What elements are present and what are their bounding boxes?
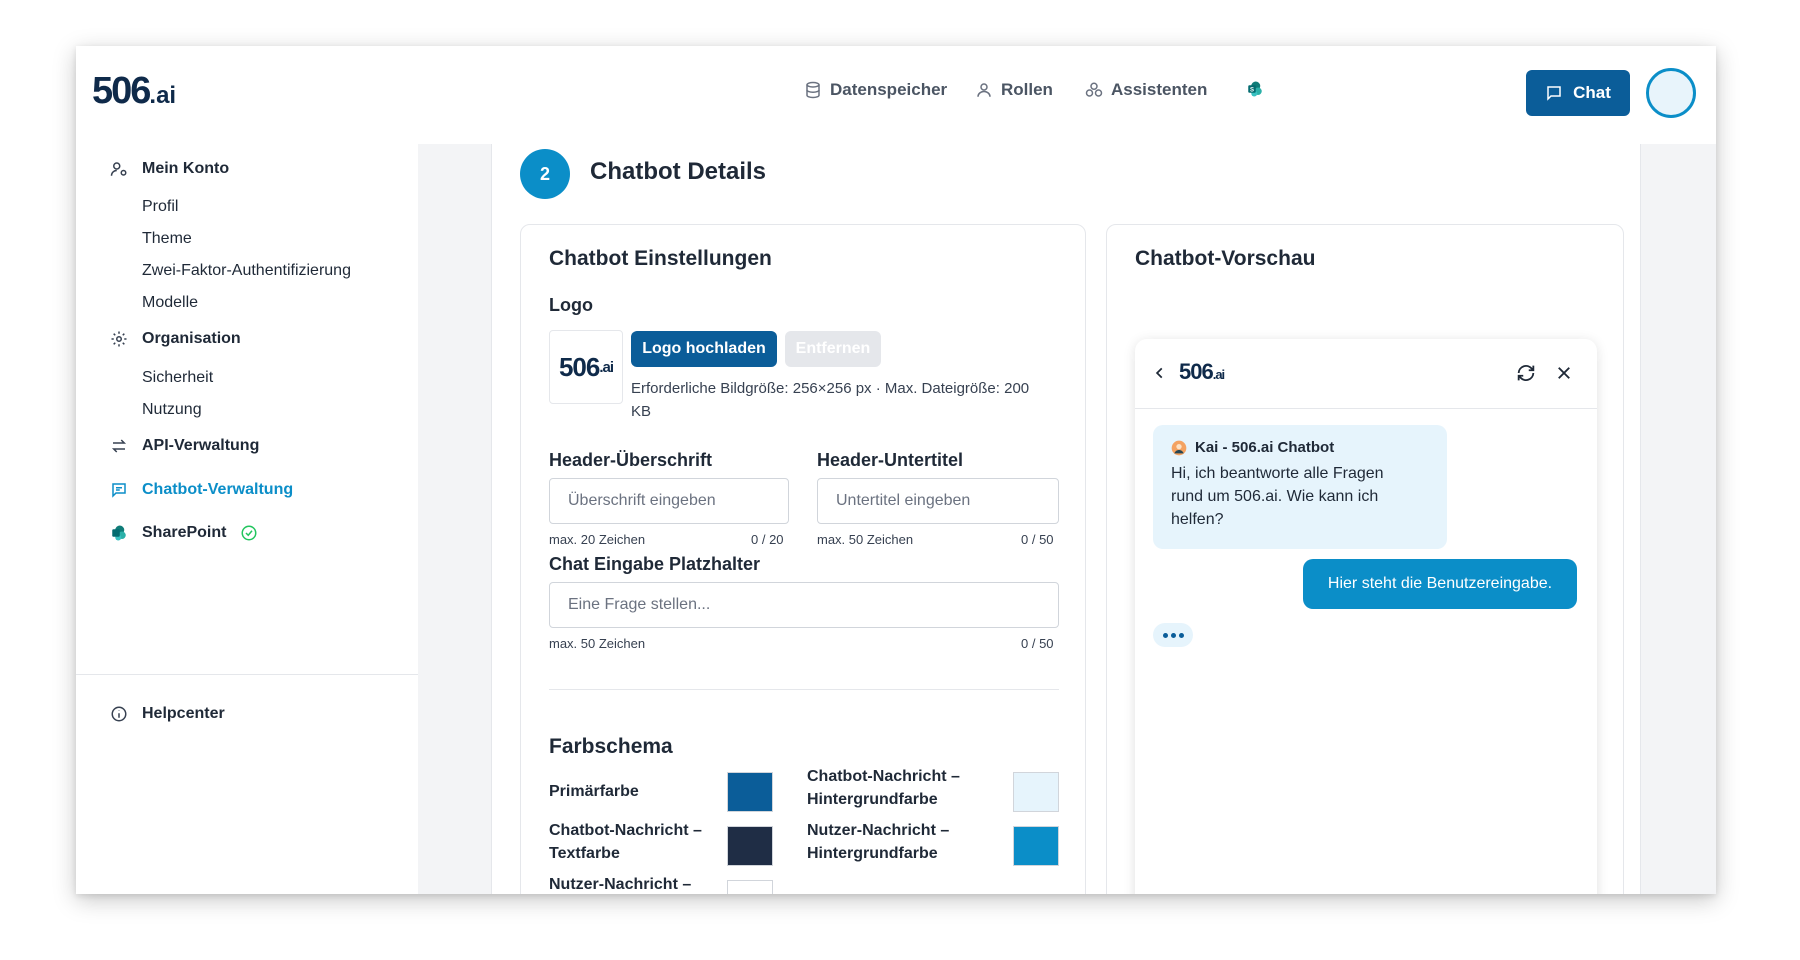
user-settings-icon [110,162,127,176]
preview-card: Chatbot-Vorschau 506.ai Kai - 506.ai Cha… [1106,224,1624,894]
sidebar-item-sharepoint[interactable]: SharePoint [110,524,258,542]
step-number: 2 [520,149,570,199]
sidebar-item-helpcenter[interactable]: Helpcenter [110,705,225,723]
close-icon[interactable] [1555,364,1573,382]
bot-avatar-icon [1171,440,1187,455]
header-subtitle-input[interactable]: Untertitel eingeben [817,478,1059,524]
app-window: 506.ai Datenspeicher Rollen Assistenten … [76,46,1716,894]
sidebar-item-sharepoint-label: SharePoint [142,524,227,541]
section-divider [549,689,1059,690]
header-subtitle-count: 0 / 50 [1021,532,1054,547]
sidebar-item-models[interactable]: Modelle [142,294,198,312]
bot-text-color-label: Chatbot-Nachricht – Textfarbe [549,822,702,862]
logo-preview: 506 .ai [549,330,623,404]
header-subtitle-max: max. 50 Zeichen [817,532,914,547]
user-avatar[interactable] [1646,68,1696,118]
bot-bg-color-swatch[interactable] [1013,772,1059,812]
sidebar-item-account-label: Mein Konto [142,160,230,177]
chat-button[interactable]: Chat [1526,70,1630,116]
bot-bg-color-label: Chatbot-Nachricht – Hintergrundfarbe [807,768,960,808]
sidebar-item-organisation-label: Organisation [142,330,241,347]
settings-title: Chatbot Einstellungen [549,247,772,270]
chatbot-preview-header: 506.ai [1135,339,1597,409]
sidebar-item-account[interactable]: Mein Konto [110,160,229,178]
placeholder-label: Chat Eingabe Platzhalter [549,554,761,574]
nav-datastore[interactable]: Datenspeicher [804,80,947,100]
sidebar: Mein Konto Profil Theme Zwei-Faktor-Auth… [76,144,418,894]
refresh-icon[interactable] [1515,362,1537,384]
primary-color-swatch[interactable] [727,772,773,812]
bot-message-text: Hi, ich beantworte alle Fragen rund um 5… [1171,465,1384,528]
header-title-label: Header-Überschrift [549,450,713,470]
typing-indicator [1153,623,1193,647]
header-title-max: max. 20 Zeichen [549,532,646,547]
typing-dot [1162,632,1168,638]
nav-assistants-label: Assistenten [1111,80,1208,99]
chat-bubble-icon [112,483,126,498]
preview-title: Chatbot-Vorschau [1135,247,1316,270]
upload-logo-button[interactable]: Logo hochladen [631,331,777,367]
header-title-count: 0 / 20 [751,532,784,547]
typing-dot [1178,632,1184,638]
info-icon [111,706,127,722]
sidebar-item-helpcenter-label: Helpcenter [142,705,225,722]
bot-name: Kai - 506.ai Chatbot [1171,439,1429,456]
placeholder-max: max. 50 Zeichen [549,636,646,651]
chat-button-label: Chat [1573,83,1611,102]
header-subtitle-label: Header-Untertitel [817,450,964,470]
sidebar-item-profile[interactable]: Profil [142,198,178,216]
assistants-icon [1085,82,1103,97]
message-icon [1547,86,1561,101]
placeholder-input[interactable]: Eine Frage stellen... [549,582,1059,628]
sidebar-item-organisation[interactable]: Organisation [110,330,241,348]
sidebar-item-security[interactable]: Sicherheit [142,369,213,387]
sidebar-item-api[interactable]: API-Verwaltung [110,437,259,455]
top-navigation: 506.ai Datenspeicher Rollen Assistenten … [76,46,1716,144]
primary-color-label: Primärfarbe [549,783,639,800]
bot-text-color-swatch[interactable] [727,826,773,866]
user-bg-color-label: Nutzer-Nachricht – Hintergrundfarbe [807,822,950,862]
user-icon [977,83,991,97]
sidebar-item-chatbot-label: Chatbot-Verwaltung [142,481,294,498]
user-message-bubble: Hier steht die Benutzereingabe. [1303,559,1577,609]
gear-icon [111,331,127,347]
logo-hint: Erforderliche Bildgröße: 256×256 px · Ma… [631,380,1030,420]
sidebar-divider [76,674,418,675]
sidebar-item-theme[interactable]: Theme [142,230,192,248]
color-scheme-title: Farbschema [549,735,673,758]
sidebar-item-chatbot[interactable]: Chatbot-Verwaltung [110,481,293,499]
bot-message-bubble: Kai - 506.ai Chatbot Hi, ich beantworte … [1153,425,1447,549]
database-icon [806,81,820,99]
nav-roles-label: Rollen [1001,80,1053,99]
nav-sharepoint[interactable]: S [1246,80,1264,98]
header-title-input[interactable]: Überschrift eingeben [549,478,789,524]
remove-logo-button[interactable]: Entfernen [785,331,881,367]
typing-dot [1170,632,1176,638]
chatbot-preview-logo: 506.ai [1179,359,1225,384]
sidebar-item-2fa[interactable]: Zwei-Faktor-Authentifizierung [142,262,351,280]
sidebar-item-usage[interactable]: Nutzung [142,401,202,419]
nav-roles[interactable]: Rollen [975,80,1053,100]
chevron-left-icon[interactable] [1153,365,1167,381]
placeholder-count: 0 / 50 [1021,636,1054,651]
sharepoint-icon [112,525,126,541]
nav-assistants[interactable]: Assistenten [1085,80,1207,100]
svg-text:S: S [1250,87,1254,93]
user-text-color-swatch[interactable] [727,880,773,894]
step-title: Chatbot Details [590,158,767,185]
check-circle-icon [241,525,257,541]
arrows-exchange-icon [111,439,127,453]
chatbot-preview-window: 506.ai Kai - 506.ai Chatbot Hi, ich bean… [1135,339,1597,894]
logo-label: Logo [549,295,593,315]
user-text-color-label: Nutzer-Nachricht – [549,876,692,893]
settings-card: Chatbot Einstellungen Logo 506 .ai Logo h… [520,224,1086,894]
brand-logo[interactable]: 506.ai [92,70,176,113]
nav-datastore-label: Datenspeicher [830,80,948,99]
sharepoint-icon: S [1248,81,1262,97]
sidebar-item-api-label: API-Verwaltung [142,437,260,454]
user-bg-color-swatch[interactable] [1013,826,1059,866]
main-content: 2 Chatbot Details Chatbot Einstellungen … [491,144,1641,894]
